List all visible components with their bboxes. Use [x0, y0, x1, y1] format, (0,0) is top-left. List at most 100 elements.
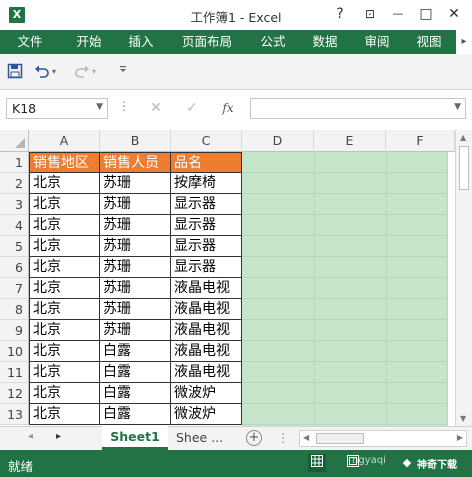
row-header-4[interactable]: 4	[0, 215, 29, 236]
tab-review[interactable]: 审阅	[354, 30, 400, 54]
formula-input[interactable]: ▼	[250, 98, 466, 119]
table-cell[interactable]: 微波炉	[171, 383, 242, 404]
previous-sheet-icon[interactable]: ◂	[28, 431, 33, 442]
row-header-10[interactable]: 10	[0, 341, 29, 362]
table-cell[interactable]: 显示器	[171, 236, 242, 257]
row-header-11[interactable]: 11	[0, 362, 29, 383]
table-cell[interactable]: 苏珊	[100, 236, 171, 257]
save-icon[interactable]	[7, 63, 23, 81]
sheet-tab-sheet2[interactable]: Shee ...	[176, 427, 223, 449]
normal-view-icon[interactable]	[308, 454, 326, 472]
column-header-c[interactable]: C	[171, 130, 242, 152]
scroll-right-arrow-icon[interactable]: ▶	[457, 433, 463, 442]
table-cell[interactable]: 显示器	[171, 194, 242, 215]
table-cell[interactable]: 北京	[29, 173, 100, 194]
close-button[interactable]: ✕	[440, 3, 468, 25]
table-cell[interactable]: 苏珊	[100, 194, 171, 215]
tab-splitter[interactable]: ⋮	[277, 431, 289, 445]
scroll-down-arrow-icon[interactable]: ▼	[460, 414, 466, 423]
table-cell[interactable]: 北京	[29, 299, 100, 320]
restore-button[interactable]: □	[412, 3, 440, 25]
row-header-5[interactable]: 5	[0, 236, 29, 257]
column-header-b[interactable]: B	[100, 130, 171, 152]
table-cell[interactable]: 显示器	[171, 257, 242, 278]
table-cell[interactable]: 液晶电视	[171, 320, 242, 341]
table-cell[interactable]: 北京	[29, 362, 100, 383]
row-header-13[interactable]: 13	[0, 404, 29, 425]
table-cell[interactable]: 液晶电视	[171, 362, 242, 383]
table-cell[interactable]: 北京	[29, 341, 100, 362]
chevron-down-icon[interactable]: ▼	[96, 102, 103, 112]
table-cell[interactable]: 液晶电视	[171, 278, 242, 299]
tab-home[interactable]: 开始	[66, 30, 112, 54]
table-cell[interactable]: 苏珊	[100, 257, 171, 278]
expand-formula-bar-icon[interactable]: ▼	[454, 102, 461, 112]
redo-icon[interactable]	[74, 63, 90, 81]
undo-icon[interactable]	[34, 63, 50, 81]
table-cell[interactable]: 苏珊	[100, 320, 171, 341]
tab-insert[interactable]: 插入	[118, 30, 164, 54]
table-cell[interactable]: 北京	[29, 383, 100, 404]
worksheet-grid[interactable]: A B C D E F 1 销售地区 销售人员 品名 2 北京 苏珊 按摩椅 3 北京 苏珊 显示器 4…	[0, 130, 455, 426]
column-header-a[interactable]: A	[29, 130, 100, 152]
tab-page-layout[interactable]: 页面布局	[174, 30, 240, 54]
table-cell[interactable]: 白露	[100, 362, 171, 383]
minimize-button[interactable]: —	[384, 3, 412, 25]
table-cell[interactable]: 白露	[100, 404, 171, 425]
column-header-f[interactable]: F	[386, 130, 455, 152]
undo-dropdown-icon[interactable]: ▾	[52, 63, 56, 81]
customize-qat-icon[interactable]	[118, 63, 128, 81]
table-cell[interactable]: 白露	[100, 383, 171, 404]
name-box[interactable]: K18 ▼	[6, 98, 108, 119]
scroll-up-arrow-icon[interactable]: ▲	[460, 133, 466, 142]
table-cell[interactable]: 微波炉	[171, 404, 242, 425]
row-header-12[interactable]: 12	[0, 383, 29, 404]
table-cell[interactable]: 北京	[29, 404, 100, 425]
table-cell[interactable]: 液晶电视	[171, 341, 242, 362]
table-cell[interactable]: 液晶电视	[171, 299, 242, 320]
table-cell[interactable]: 苏珊	[100, 173, 171, 194]
table-cell[interactable]: 苏珊	[100, 299, 171, 320]
scroll-left-arrow-icon[interactable]: ◀	[303, 433, 309, 442]
insert-function-button[interactable]: fx	[214, 98, 242, 119]
add-sheet-icon[interactable]: +	[246, 430, 262, 446]
vertical-scrollbar[interactable]: ▲ ▼	[455, 130, 472, 426]
column-header-d[interactable]: D	[242, 130, 314, 152]
tab-view[interactable]: 视图	[406, 30, 452, 54]
row-header-2[interactable]: 2	[0, 173, 29, 194]
table-cell[interactable]: 北京	[29, 278, 100, 299]
ribbon-scroll-right-button[interactable]: ▸	[456, 30, 472, 54]
horizontal-scroll-thumb[interactable]	[316, 433, 364, 444]
help-button[interactable]: ?	[326, 3, 354, 25]
table-cell[interactable]: 按摩椅	[171, 173, 242, 194]
table-cell[interactable]: 北京	[29, 320, 100, 341]
table-cell[interactable]: 北京	[29, 194, 100, 215]
row-header-7[interactable]: 7	[0, 278, 29, 299]
enter-check-icon[interactable]: ✓	[178, 98, 206, 119]
ribbon-display-options-button[interactable]: ⊡	[356, 3, 384, 25]
horizontal-scrollbar[interactable]: ◀ ▶	[299, 430, 467, 447]
next-sheet-icon[interactable]: ▸	[56, 431, 61, 442]
row-header-6[interactable]: 6	[0, 257, 29, 278]
row-header-8[interactable]: 8	[0, 299, 29, 320]
table-cell[interactable]: 北京	[29, 236, 100, 257]
table-cell[interactable]: 白露	[100, 341, 171, 362]
tab-formulas[interactable]: 公式	[250, 30, 296, 54]
table-cell[interactable]: 苏珊	[100, 278, 171, 299]
row-header-3[interactable]: 3	[0, 194, 29, 215]
header-cell[interactable]: 销售地区	[29, 152, 100, 173]
row-header-9[interactable]: 9	[0, 320, 29, 341]
table-cell[interactable]: 显示器	[171, 215, 242, 236]
tab-file[interactable]: 文件	[0, 30, 60, 54]
redo-dropdown-icon[interactable]: ▾	[92, 63, 96, 81]
table-cell[interactable]: 北京	[29, 257, 100, 278]
vertical-scroll-thumb[interactable]	[459, 146, 469, 190]
header-cell[interactable]: 销售人员	[100, 152, 171, 173]
column-header-e[interactable]: E	[314, 130, 386, 152]
table-cell[interactable]: 苏珊	[100, 215, 171, 236]
row-header-1[interactable]: 1	[0, 152, 29, 173]
formula-bar-splitter[interactable]: ⋮	[118, 99, 130, 113]
tab-data[interactable]: 数据	[302, 30, 348, 54]
cancel-icon[interactable]: ✕	[142, 98, 170, 119]
table-cell[interactable]: 北京	[29, 215, 100, 236]
